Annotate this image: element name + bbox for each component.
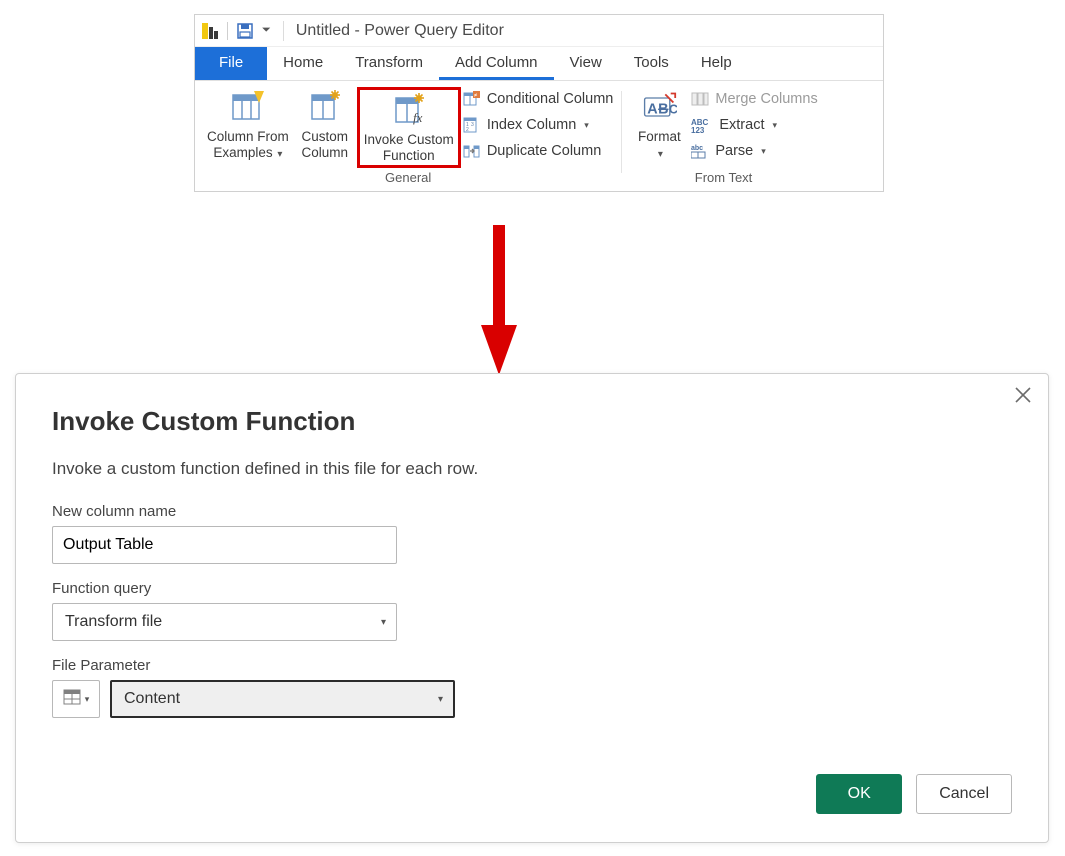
svg-text:3: 3 [471,122,474,128]
new-column-name-label: New column name [52,503,1012,520]
format-icon: A B C [641,89,677,125]
tab-tools[interactable]: Tools [618,47,685,80]
chevron-down-icon: ▾ [658,149,663,160]
invoke-custom-function-dialog: Invoke Custom Function Invoke a custom f… [15,373,1049,843]
function-query-label: Function query [52,580,1012,597]
quick-access-dropdown-icon[interactable]: ⏷ [260,24,273,37]
ribbon-body: Column From Examples ▾ [195,81,883,191]
svg-text:A: A [648,101,659,117]
table-icon [63,689,81,710]
ok-button[interactable]: OK [816,774,902,814]
custom-column-button[interactable]: Custom Column [295,87,355,162]
dialog-subtitle: Invoke a custom function defined in this… [52,459,1012,479]
power-query-editor-window: ⏷ Untitled - Power Query Editor File Hom… [194,14,884,192]
index-column-button[interactable]: 1 2 3 Index Column ▾ [463,115,614,135]
tab-file[interactable]: File [195,47,267,80]
chevron-down-icon: ▾ [275,149,283,160]
ribbon-group-from-text: A B C Format ▾ [621,81,825,191]
conditional-column-button[interactable]: ≠ Conditional Column [463,89,614,109]
chevron-down-icon: ▾ [584,115,589,135]
merge-columns-button: Merge Columns [691,89,817,109]
parameter-type-picker[interactable]: ▾ [52,680,100,718]
column-from-examples-icon [230,89,266,125]
tab-view[interactable]: View [554,47,618,80]
svg-text:123: 123 [691,126,705,133]
svg-text:B: B [658,101,668,117]
invoke-custom-function-button[interactable]: fx Invoke Custom Function [357,87,461,168]
chevron-down-icon: ▾ [85,694,90,705]
cancel-button[interactable]: Cancel [916,774,1012,814]
tab-home[interactable]: Home [267,47,339,80]
chevron-down-icon: ▾ [761,141,766,161]
file-parameter-label: File Parameter [52,657,1012,674]
function-query-select[interactable]: Transform file ▾ [52,603,397,641]
annotation-arrow-icon [481,225,517,375]
new-column-name-input[interactable] [52,526,397,564]
close-button[interactable] [1012,384,1034,406]
chevron-down-icon: ▾ [772,115,777,135]
file-parameter-select[interactable]: Content ▾ [110,680,455,718]
chevron-down-icon: ▾ [438,694,443,705]
title-bar: ⏷ Untitled - Power Query Editor [195,15,883,47]
chevron-down-icon: ▾ [381,617,386,628]
file-parameter-value: Content [124,690,180,708]
invoke-custom-function-icon: fx [391,92,427,128]
svg-text:abc: abc [691,145,703,152]
ribbon-tabs: File Home Transform Add Column View Tool… [195,47,883,81]
window-title: Untitled - Power Query Editor [296,22,504,40]
app-logo-icon [201,22,219,40]
tab-add-column[interactable]: Add Column [439,47,554,80]
column-from-examples-button[interactable]: Column From Examples ▾ [203,87,293,162]
extract-button[interactable]: ABC 123 Extract ▾ [691,115,817,135]
svg-text:fx: fx [413,110,423,125]
duplicate-column-button[interactable]: Duplicate Column [463,141,614,161]
tab-help[interactable]: Help [685,47,748,80]
group-caption-general: General [203,168,613,189]
ribbon-group-general: Column From Examples ▾ [195,81,621,191]
index-column-icon: 1 2 3 [463,116,481,134]
conditional-column-icon: ≠ [463,90,481,108]
parse-button[interactable]: abc Parse ▾ [691,141,817,161]
save-icon[interactable] [236,22,254,40]
svg-text:C: C [669,102,677,116]
extract-icon: ABC 123 [691,117,713,133]
dialog-title: Invoke Custom Function [52,406,1012,437]
parse-icon: abc [691,143,709,159]
group-caption-from-text: From Text [629,168,817,189]
merge-columns-icon [691,90,709,108]
tab-transform[interactable]: Transform [339,47,439,80]
function-query-value: Transform file [65,613,162,631]
custom-column-icon [307,89,343,125]
svg-text:2: 2 [466,127,469,133]
format-button[interactable]: A B C Format ▾ [629,87,689,162]
duplicate-column-icon [463,142,481,160]
